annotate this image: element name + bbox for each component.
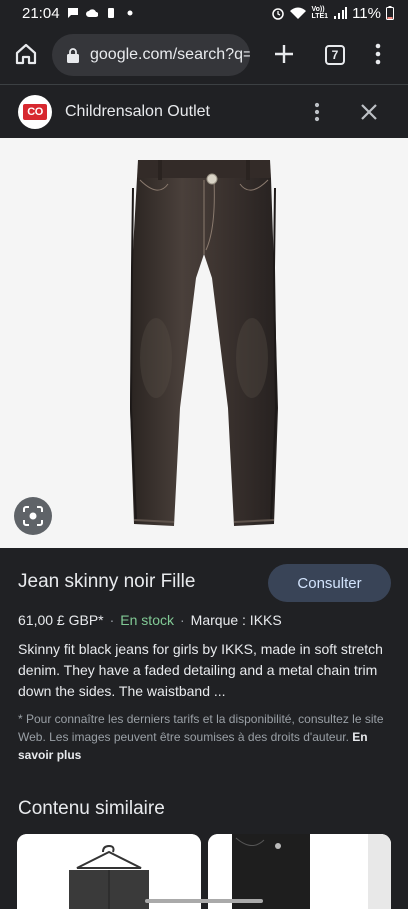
sheet-header: CO Childrensalon Outlet [0,84,408,138]
site-logo: CO [18,95,52,129]
similar-item-image[interactable] [17,834,201,909]
product-price: 61,00 £ GBP* [18,612,104,628]
product-description: Skinny fit black jeans for girls by IKKS… [18,641,383,699]
product-title: Jean skinny noir Fille [18,571,196,592]
product-brand: Marque : IKKS [190,612,282,628]
wifi-icon [290,7,307,19]
separator-dot: · [109,612,115,628]
site-logo-mark: CO [23,104,47,120]
similar-item-card[interactable] [17,834,201,909]
lens-icon [23,506,43,526]
url-text[interactable]: google.com/search?q= [90,46,250,64]
cloud-icon [85,9,98,17]
battery-percent: 11% [352,4,381,22]
volte-label: Vo)) LTE1 [311,6,329,20]
battery-alert-icon [107,8,114,18]
status-time: 21:04 [22,4,60,22]
battery-icon [386,6,394,20]
disclaimer-text: * Pour connaître les derniers tarifs et … [18,712,384,744]
close-icon[interactable] [358,101,380,123]
product-image-area[interactable] [0,138,408,548]
site-name[interactable]: Childrensalon Outlet [65,103,210,121]
lens-search-button[interactable] [14,497,52,535]
tab-count: 7 [331,48,339,62]
chat-notification-icon [67,8,78,18]
browser-toolbar: google.com/search?q= 7 [0,26,408,84]
disclaimer: * Pour connaître les derniers tarifs et … [18,710,390,764]
product-image[interactable] [128,158,280,530]
status-bar: 21:04 Vo)) LTE1 11% [0,0,408,26]
signal-icon [334,6,348,19]
more-vert-icon[interactable] [306,100,328,124]
stock-status: En stock [120,612,174,628]
home-icon[interactable] [12,40,40,68]
alarm-icon [272,8,285,20]
gesture-navigation-bar[interactable] [145,899,263,903]
lock-icon[interactable] [66,47,80,63]
dot-icon [127,10,133,16]
status-right: Vo)) LTE1 11% [271,5,394,22]
more-vert-icon[interactable] [367,40,389,68]
status-left: 21:04 [22,5,136,22]
product-meta: 61,00 £ GBP* · En stock · Marque : IKKS [18,612,282,628]
similar-content-title: Contenu similaire [18,798,165,819]
similar-item-image[interactable] [208,834,391,909]
address-bar[interactable]: google.com/search?q= [52,34,250,76]
tab-switcher-button[interactable]: 7 [325,45,345,65]
new-tab-icon[interactable] [270,40,298,68]
product-details: Jean skinny noir Fille Consulter 61,00 £… [0,548,408,909]
separator-dot: · [180,612,185,628]
consult-button[interactable]: Consulter [268,564,391,602]
similar-item-card[interactable] [208,834,391,909]
